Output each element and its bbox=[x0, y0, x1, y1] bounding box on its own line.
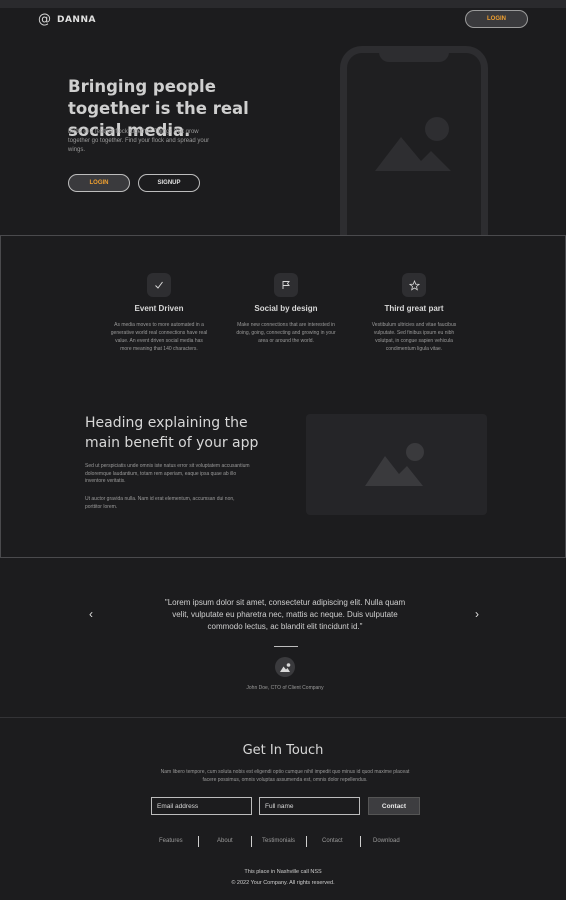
footer-copyright: © 2022 Your Company. All rights reserved… bbox=[231, 880, 335, 886]
footer-link-testimonials[interactable]: Testimonials bbox=[262, 838, 295, 844]
benefit-image-placeholder bbox=[306, 414, 487, 515]
brand-logo[interactable]: @ DANNA bbox=[38, 12, 96, 27]
section-divider bbox=[0, 717, 566, 718]
hero-subtitle: Birds of a feather flock together. Thing… bbox=[68, 129, 210, 153]
footer-separator bbox=[360, 836, 361, 847]
footer-link-contact[interactable]: Contact bbox=[322, 838, 343, 844]
avatar bbox=[275, 657, 295, 677]
footer-separator bbox=[306, 836, 307, 847]
contact-subtitle: Nam libero tempore, cum soluta nobis est… bbox=[160, 769, 410, 783]
image-placeholder-icon bbox=[375, 117, 451, 171]
image-placeholder-icon bbox=[279, 662, 290, 672]
quote-divider bbox=[274, 646, 298, 647]
feature-title: Third great part bbox=[384, 304, 444, 313]
feature-desc: Vestibulum ultricies and vitae faucibus … bbox=[371, 322, 457, 352]
email-field[interactable] bbox=[151, 797, 252, 815]
phone-mockup bbox=[340, 46, 488, 236]
phone-notch bbox=[379, 52, 449, 62]
next-arrow-icon[interactable]: › bbox=[475, 607, 479, 621]
flag-icon bbox=[274, 273, 298, 297]
top-strip bbox=[0, 0, 566, 8]
feature-social-by-design: Social by design Make new connections th… bbox=[236, 273, 336, 345]
section-divider bbox=[0, 235, 566, 236]
footer-location: This place in Nashville call NSS bbox=[244, 869, 322, 875]
footer-link-about[interactable]: About bbox=[217, 838, 233, 844]
at-logo-icon: @ bbox=[38, 12, 51, 27]
section-frame-left bbox=[0, 235, 1, 557]
benefit-heading: Heading explaining the main benefit of y… bbox=[85, 415, 259, 451]
star-icon bbox=[402, 273, 426, 297]
contact-heading: Get In Touch bbox=[242, 743, 324, 758]
full-name-field[interactable] bbox=[259, 797, 360, 815]
brand-name: DANNA bbox=[57, 14, 96, 25]
testimonial-quote: "Lorem ipsum dolor sit amet, consectetur… bbox=[164, 598, 406, 631]
testimonial-author: John Doe, CTO of Client Company bbox=[246, 685, 324, 691]
prev-arrow-icon[interactable]: ‹ bbox=[89, 607, 93, 621]
hero-signup-button[interactable]: SIGNUP bbox=[138, 174, 200, 192]
feature-event-driven: Event Driven As media moves to more auto… bbox=[109, 273, 209, 353]
footer-link-features[interactable]: Features bbox=[159, 838, 183, 844]
contact-button[interactable]: Contact bbox=[368, 797, 420, 815]
footer-separator bbox=[198, 836, 199, 847]
feature-third-great-part: Third great part Vestibulum ultricies an… bbox=[364, 273, 464, 353]
feature-title: Event Driven bbox=[134, 304, 184, 313]
hero-login-button[interactable]: LOGIN bbox=[68, 174, 130, 192]
benefit-paragraph-2: Ut auctor gravida nulla. Nam id erat ele… bbox=[85, 496, 235, 510]
footer-separator bbox=[251, 836, 252, 847]
feature-title: Social by design bbox=[254, 304, 318, 313]
header-login-button[interactable]: LOGIN bbox=[465, 10, 528, 28]
feature-desc: Make new connections that are interested… bbox=[236, 322, 336, 344]
feature-desc: As media moves to more automated in a ge… bbox=[110, 322, 208, 352]
footer-link-download[interactable]: Download bbox=[373, 838, 400, 844]
image-placeholder-icon bbox=[365, 443, 424, 486]
check-icon bbox=[147, 273, 171, 297]
section-divider bbox=[0, 557, 566, 558]
benefit-paragraph-1: Sed ut perspiciatis unde omnis iste natu… bbox=[85, 463, 250, 484]
